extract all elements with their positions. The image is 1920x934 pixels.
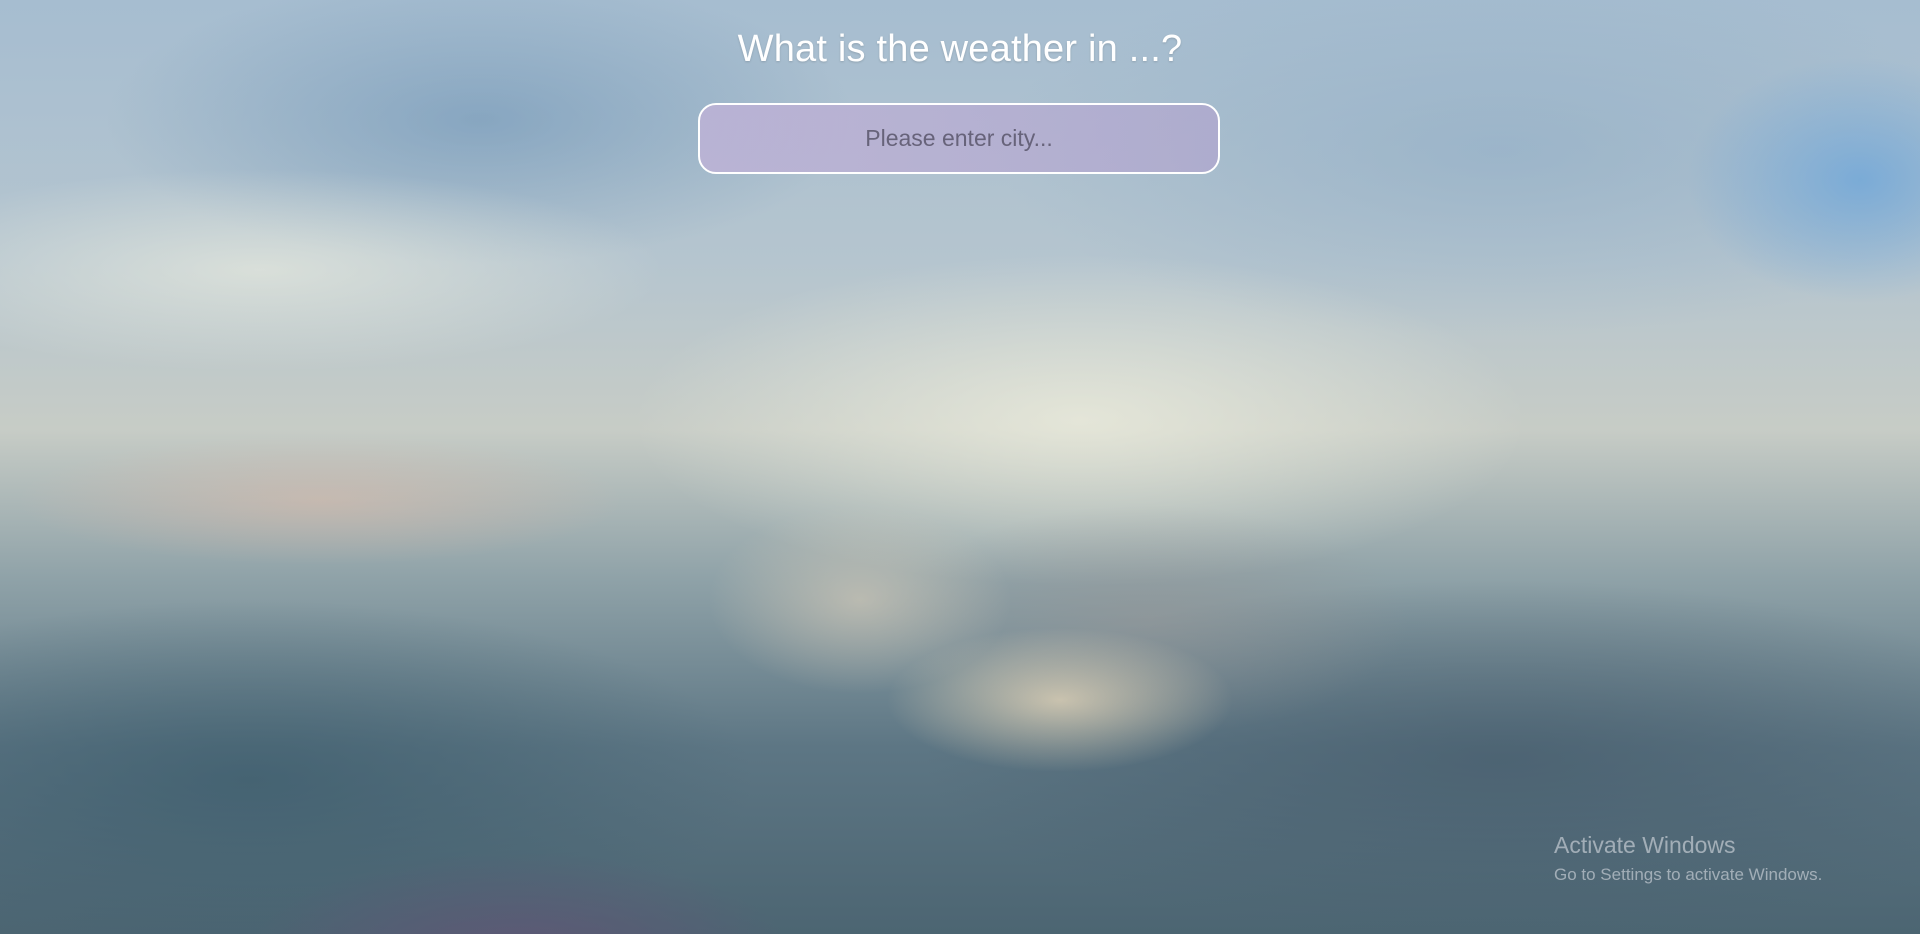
weather-app-page: What is the weather in ...? Activate Win… <box>0 0 1920 934</box>
page-title: What is the weather in ...? <box>737 28 1183 70</box>
windows-activation-watermark: Activate Windows Go to Settings to activ… <box>1554 830 1822 886</box>
watermark-subtitle: Go to Settings to activate Windows. <box>1554 865 1823 884</box>
watermark-title: Activate Windows <box>1554 832 1736 858</box>
city-search-input[interactable] <box>698 103 1220 174</box>
